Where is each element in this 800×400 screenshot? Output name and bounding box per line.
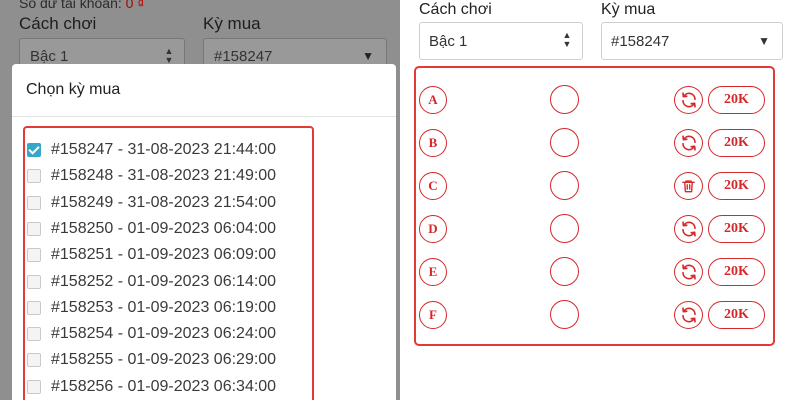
- bg-mode-value: Bậc 1: [30, 48, 69, 65]
- random-pick-button[interactable]: [674, 257, 703, 286]
- period-checkbox[interactable]: [27, 379, 41, 394]
- period-select[interactable]: #158247 ▼: [601, 22, 783, 60]
- period-select-value: #158247: [611, 33, 670, 50]
- period-option-label: #158256 - 01-09-2023 06:34:00: [51, 377, 277, 395]
- random-pick-button[interactable]: [674, 300, 703, 329]
- period-option-label: #158251 - 01-09-2023 06:09:00: [51, 246, 277, 264]
- number-pick-circle[interactable]: [550, 256, 579, 286]
- period-checkbox[interactable]: [27, 300, 41, 315]
- period-label: Kỳ mua: [601, 1, 656, 18]
- period-option-label: #158254 - 01-09-2023 06:24:00: [51, 325, 277, 343]
- period-option[interactable]: #158255 - 01-09-2023 06:29:00: [27, 348, 276, 372]
- period-picker-modal: Chọn kỳ mua #158247 - 31-08-2023 21:44:0…: [12, 64, 396, 400]
- period-option-label: #158250 - 01-09-2023 06:04:00: [51, 219, 277, 237]
- amount-button[interactable]: 20K: [708, 300, 765, 329]
- period-checkbox[interactable]: [27, 274, 41, 289]
- trash-icon: [681, 178, 696, 194]
- period-option-label: #158252 - 01-09-2023 06:14:00: [51, 272, 277, 290]
- right-panel: Cách chơi Kỳ mua Bậc 1 ▲ ▼ #158247 ▼ A 20K…: [400, 0, 800, 400]
- updown-icon: ▲ ▼: [164, 46, 174, 65]
- ticket-letter-badge: D: [419, 214, 447, 243]
- period-option[interactable]: #158247 - 31-08-2023 21:44:00: [27, 138, 276, 162]
- period-option-label: #158249 - 31-08-2023 21:54:00: [51, 193, 277, 211]
- period-option-label: #158248 - 31-08-2023 21:49:00: [51, 167, 277, 185]
- caret-down-icon: ▼: [758, 34, 770, 48]
- period-option[interactable]: #158252 - 01-09-2023 06:14:00: [27, 270, 276, 294]
- refresh-icon: [680, 263, 698, 281]
- period-option-label: #158247 - 31-08-2023 21:44:00: [51, 141, 277, 158]
- random-pick-button[interactable]: [674, 128, 703, 157]
- bg-period-label: Kỳ mua: [203, 14, 261, 33]
- amount-button[interactable]: 20K: [708, 257, 765, 286]
- mode-select-value: Bậc 1: [429, 33, 468, 50]
- ticket-row: F 20K: [416, 299, 773, 330]
- mode-label: Cách chơi: [419, 1, 492, 18]
- period-option-label: #158255 - 01-09-2023 06:29:00: [51, 351, 277, 369]
- period-checkbox[interactable]: [27, 353, 41, 368]
- ticket-letter-badge: A: [419, 86, 447, 114]
- random-pick-button[interactable]: [674, 214, 703, 243]
- random-pick-button[interactable]: [674, 86, 703, 114]
- modal-title: Chọn kỳ mua: [26, 81, 121, 98]
- period-option[interactable]: #158248 - 31-08-2023 21:49:00: [27, 164, 276, 188]
- period-option[interactable]: #158254 - 01-09-2023 06:24:00: [27, 322, 276, 346]
- number-pick-circle[interactable]: [550, 299, 579, 329]
- period-option[interactable]: #158250 - 01-09-2023 06:04:00: [27, 217, 276, 241]
- number-pick-circle[interactable]: [550, 170, 579, 200]
- period-list: #158247 - 31-08-2023 21:44:00 #158248 - 3…: [23, 126, 314, 400]
- ticket-row: B 20K: [416, 127, 773, 158]
- ticket-row: C 20K: [416, 170, 773, 201]
- ticket-letter-badge: F: [419, 300, 447, 329]
- ticket-row: A 20K: [416, 85, 773, 115]
- refresh-icon: [680, 220, 698, 238]
- bg-period-value: #158247: [214, 48, 273, 65]
- updown-icon: ▲ ▼: [562, 30, 572, 49]
- amount-button[interactable]: 20K: [708, 86, 765, 114]
- mode-select[interactable]: Bậc 1 ▲ ▼: [419, 22, 583, 60]
- left-panel: Số dư tài khoản: 0 ₫ Cách chơi Kỳ mua Bậ…: [0, 0, 400, 400]
- period-checkbox[interactable]: [27, 169, 41, 184]
- period-option[interactable]: #158251 - 01-09-2023 06:09:00: [27, 243, 276, 267]
- refresh-icon: [680, 91, 698, 109]
- period-option[interactable]: #158253 - 01-09-2023 06:19:00: [27, 296, 276, 320]
- number-pick-circle[interactable]: [550, 127, 579, 157]
- delete-button[interactable]: [674, 171, 703, 200]
- period-checkbox[interactable]: [27, 327, 41, 342]
- number-pick-circle[interactable]: [550, 85, 579, 114]
- ticket-letter-badge: B: [419, 128, 447, 157]
- ticket-letter-badge: E: [419, 257, 447, 286]
- period-checkbox[interactable]: [27, 195, 41, 210]
- ticket-grid: A 20K B 20K C 20K D 20K E 20K F 20K: [414, 66, 775, 346]
- balance-value: 0 ₫: [125, 0, 145, 11]
- amount-button[interactable]: 20K: [708, 128, 765, 157]
- refresh-icon: [680, 306, 698, 324]
- ticket-row: D 20K: [416, 213, 773, 244]
- balance-text: Số dư tài khoản: 0 ₫: [19, 0, 145, 11]
- period-option[interactable]: #158249 - 31-08-2023 21:54:00: [27, 191, 276, 215]
- amount-button[interactable]: 20K: [708, 171, 765, 200]
- amount-button[interactable]: 20K: [708, 214, 765, 243]
- ticket-letter-badge: C: [419, 171, 447, 200]
- period-checkbox[interactable]: [27, 221, 41, 236]
- number-pick-circle[interactable]: [550, 213, 579, 243]
- period-checkbox[interactable]: [27, 248, 41, 263]
- caret-down-icon: ▼: [362, 49, 374, 63]
- bg-mode-label: Cách chơi: [19, 14, 97, 33]
- ticket-row: E 20K: [416, 256, 773, 287]
- period-option-label: #158253 - 01-09-2023 06:19:00: [51, 298, 277, 316]
- refresh-icon: [680, 134, 698, 152]
- period-option[interactable]: #158256 - 01-09-2023 06:34:00: [27, 375, 276, 399]
- period-checkbox[interactable]: [27, 143, 41, 157]
- modal-divider: [12, 116, 396, 117]
